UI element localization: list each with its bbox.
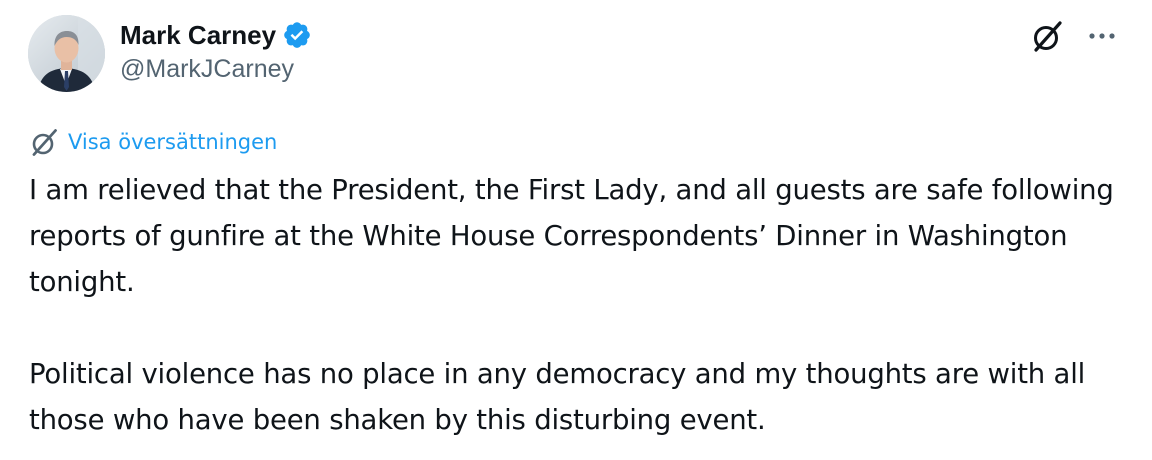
grok-button[interactable] [1028, 16, 1068, 56]
avatar-photo [28, 15, 105, 92]
grok-icon [32, 129, 57, 156]
author-handle[interactable]: @MarkJCarney [120, 55, 294, 84]
avatar[interactable] [28, 15, 105, 92]
tweet-paragraph: Political violence has no place in any d… [29, 358, 1086, 436]
grok-icon [1034, 21, 1062, 52]
show-translation-label[interactable]: Visa översättningen [68, 130, 277, 154]
tweet-paragraph: I am relieved that the President, the Fi… [29, 174, 1114, 298]
tweet-text: I am relieved that the President, the Fi… [29, 167, 1124, 443]
author-name-row[interactable]: Mark Carney [120, 17, 312, 53]
show-translation-link[interactable]: Visa översättningen [30, 127, 277, 157]
verified-badge-icon[interactable] [282, 20, 312, 50]
author-display-name[interactable]: Mark Carney [120, 20, 276, 51]
more-options-button[interactable] [1082, 16, 1122, 56]
more-horizontal-icon [1089, 33, 1115, 39]
